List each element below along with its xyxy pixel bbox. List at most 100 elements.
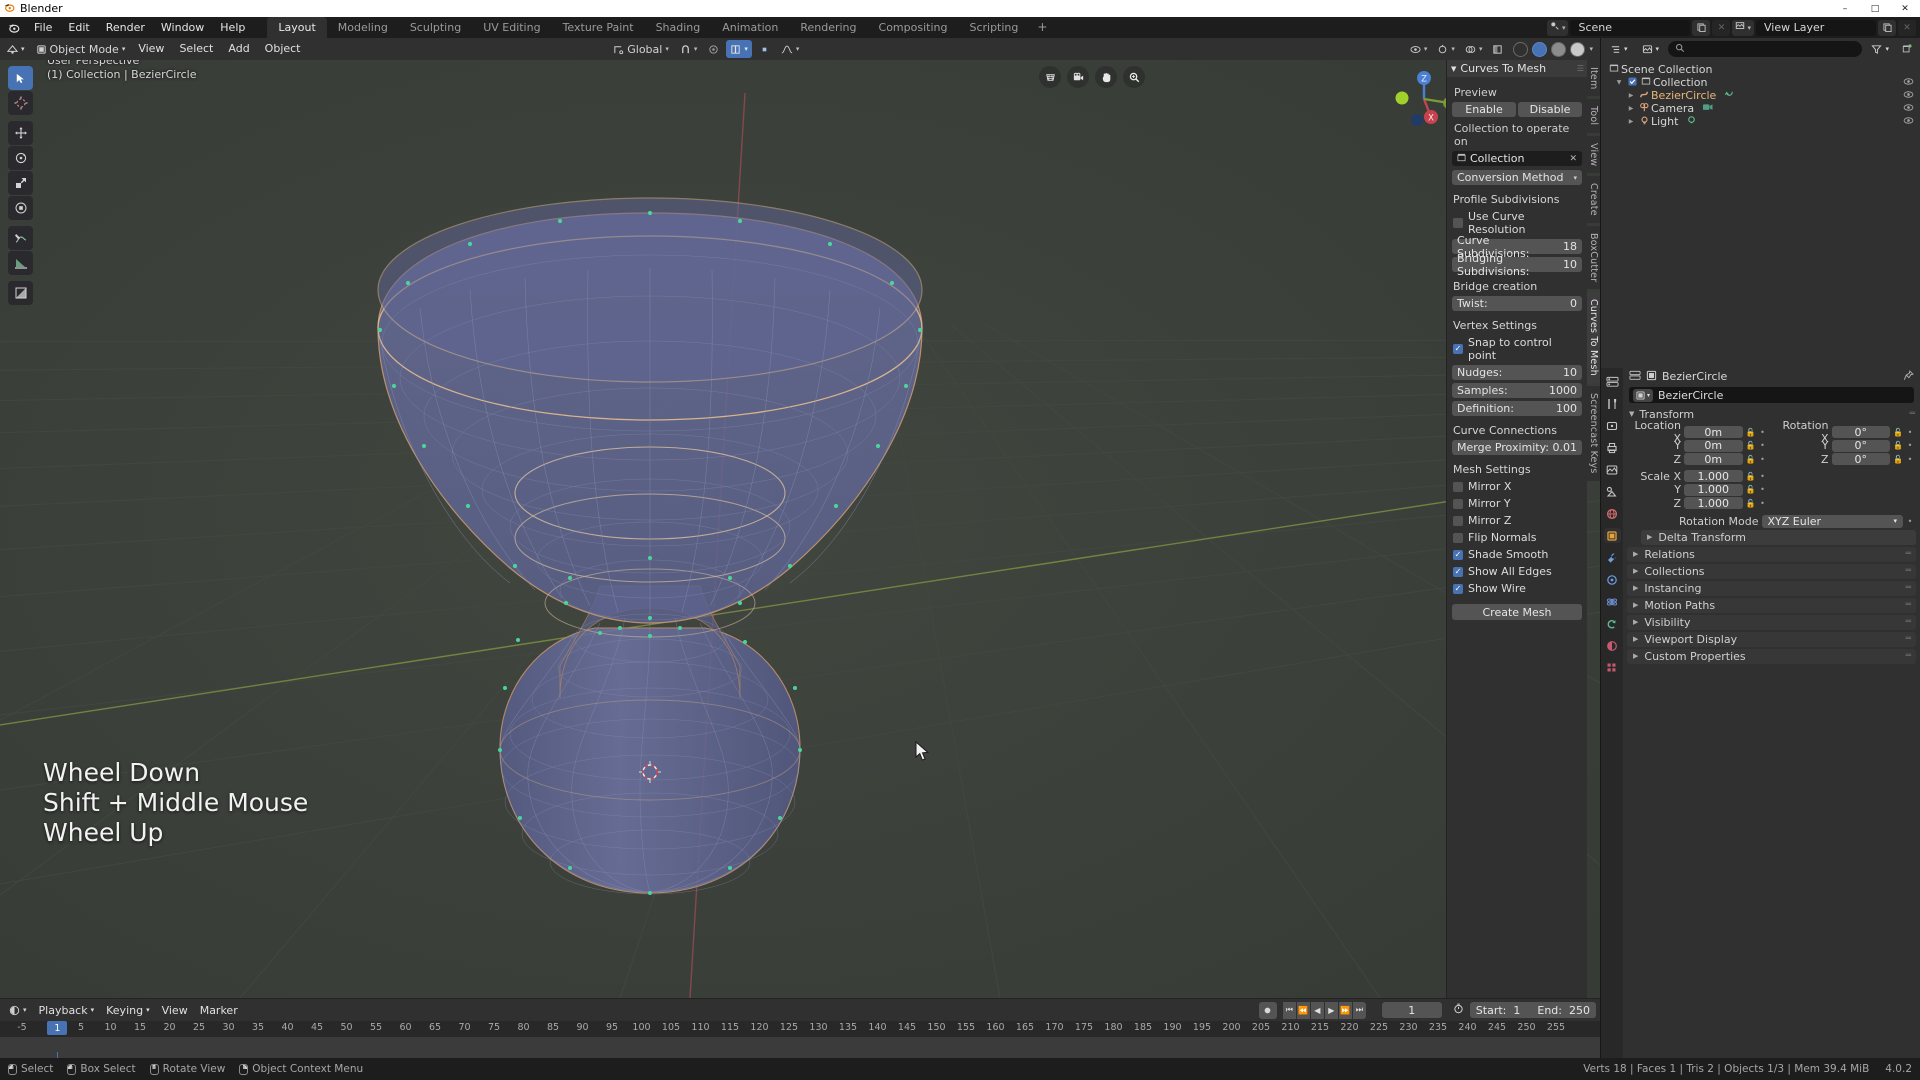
workspace-tab-compositing[interactable]: Compositing [868, 17, 959, 38]
wireframe-shading-icon[interactable] [1513, 41, 1529, 57]
disclosure-triangle-icon[interactable]: ▶ [1625, 92, 1637, 99]
properties-tab-view-layer[interactable] [1604, 462, 1621, 477]
close-button[interactable]: ✕ [1890, 0, 1920, 17]
use-curve-resolution-checkbox[interactable] [1453, 218, 1463, 228]
conversion-method-dropdown[interactable]: Conversion Method ▾ [1452, 170, 1582, 185]
lock-icon[interactable]: 🔓 [1746, 428, 1756, 437]
animate-property-dot[interactable]: • [1906, 517, 1914, 526]
outliner-row-light[interactable]: ▶ Light [1601, 115, 1920, 128]
scale-z-value[interactable]: 1.000 [1684, 497, 1743, 510]
definition-field[interactable]: Definition: 100 [1452, 401, 1582, 416]
eye-icon[interactable] [1903, 102, 1914, 116]
scale-x-value[interactable]: 1.000 [1684, 470, 1743, 483]
workspace-tab-scripting[interactable]: Scripting [958, 17, 1029, 38]
add-cube-tool[interactable] [8, 281, 33, 305]
disclosure-triangle-icon[interactable]: ▶ [1625, 105, 1637, 112]
properties-tab-world[interactable] [1604, 506, 1621, 521]
xray-toggle[interactable] [1488, 40, 1508, 58]
animate-property-dot[interactable]: • [1759, 499, 1767, 508]
shading-mode-buttons[interactable]: ▾ [1509, 40, 1597, 58]
remove-view-layer-button[interactable]: ✕ [1898, 19, 1916, 36]
timeline-ruler[interactable]: -5 15 10 15 20 25 30 35 40 45 50 55 60 65 70 75 80 85 90 95… [0, 1021, 1600, 1037]
timeline-playhead[interactable]: 1 [47, 1021, 68, 1035]
viewport-menu-view[interactable]: View [131, 40, 171, 58]
collections-panel[interactable]: ▶ Collections ═ [1627, 563, 1916, 579]
properties-tab-output[interactable] [1604, 440, 1621, 455]
use-preview-range-icon[interactable] [1451, 1003, 1466, 1017]
light-data-badge-icon[interactable] [1686, 115, 1697, 129]
flip-normals-checkbox[interactable] [1453, 532, 1463, 543]
toggle-camera-perspective-icon[interactable] [1039, 66, 1061, 88]
start-frame-value[interactable]: 1 [1513, 1004, 1520, 1017]
show-all-edges-row[interactable]: Show All Edges [1452, 565, 1582, 578]
twist-field[interactable]: Twist: 0 [1452, 296, 1582, 311]
properties-editor-type-icon[interactable] [1604, 374, 1621, 389]
collection-visibility-checkbox[interactable] [1625, 76, 1639, 89]
jump-to-end-button[interactable]: ⏭ [1352, 1001, 1366, 1019]
lock-icon[interactable]: 🔓 [1746, 441, 1756, 450]
sidebar-tab-boxcutter[interactable]: BoxCutter [1586, 225, 1600, 290]
3d-viewport[interactable]: ▾ Object Mode ▾ View Select Add Object G… [0, 38, 1600, 998]
viewport-menu-object[interactable]: Object [258, 40, 308, 58]
next-keyframe-button[interactable]: ⏩ [1338, 1001, 1352, 1019]
outliner-row-bezier-circle[interactable]: ▶ BezierCircle [1601, 89, 1920, 102]
animate-property-dot[interactable]: • [1906, 455, 1914, 464]
location-x-value[interactable]: 0m [1684, 426, 1743, 439]
timeline-editor-type-selector[interactable]: ▾ [4, 1001, 32, 1019]
eye-icon[interactable] [1903, 89, 1914, 103]
disclosure-triangle-icon[interactable]: ▶ [1633, 550, 1638, 558]
lock-icon[interactable]: 🔓 [1893, 428, 1903, 437]
menu-window[interactable]: Window [153, 19, 212, 36]
lock-icon[interactable]: 🔓 [1746, 499, 1756, 508]
gizmo-toggle[interactable]: ▾ [1433, 40, 1459, 58]
mirror-z-row[interactable]: Mirror Z [1452, 514, 1582, 527]
scene-name-field[interactable]: Scene [1570, 19, 1691, 36]
disable-preview-button[interactable]: Disable [1518, 102, 1582, 117]
snap-with-selector[interactable] [754, 40, 774, 58]
cursor-tool[interactable] [8, 91, 33, 115]
move-tool[interactable] [8, 121, 33, 145]
disclosure-triangle-icon[interactable]: ▶ [1625, 118, 1637, 125]
frame-range-fields[interactable]: Start: 1 End: 250 [1469, 1002, 1596, 1018]
timeline-menu-marker[interactable]: Marker [195, 1002, 243, 1019]
snap-to-control-point-checkbox[interactable] [1453, 344, 1463, 354]
sidebar-tab-tool[interactable]: Tool [1586, 99, 1600, 133]
prev-keyframe-button[interactable]: ⏪ [1296, 1001, 1310, 1019]
animate-property-dot[interactable]: • [1759, 485, 1767, 494]
disclosure-triangle-icon[interactable]: ▼ [1613, 79, 1625, 86]
outliner-row-camera[interactable]: ▶ Camera [1601, 102, 1920, 115]
timeline-menu-view[interactable]: View [157, 1002, 193, 1019]
camera-data-badge-icon[interactable] [1702, 102, 1714, 116]
play-button[interactable]: ▶ [1324, 1001, 1338, 1019]
eye-icon[interactable] [1903, 76, 1914, 90]
view-layer-name-field[interactable]: View Layer [1756, 19, 1876, 36]
workspace-tab-shading[interactable]: Shading [645, 17, 712, 38]
properties-tab-texture[interactable] [1604, 660, 1621, 675]
timeline-channel-area[interactable] [0, 1037, 1600, 1075]
animate-property-dot[interactable]: • [1759, 428, 1767, 437]
workspace-tab-animation[interactable]: Animation [711, 17, 789, 38]
sidebar-tab-create[interactable]: Create [1586, 176, 1600, 223]
disclosure-triangle-icon[interactable]: ▶ [1647, 533, 1652, 541]
collection-field[interactable]: Collection ✕ [1452, 151, 1582, 166]
outliner-row-scene-collection[interactable]: Scene Collection [1601, 63, 1920, 76]
interaction-mode-selector[interactable]: Object Mode ▾ [30, 40, 131, 58]
zoom-view-icon[interactable] [1123, 66, 1145, 88]
new-view-layer-button[interactable] [1878, 19, 1896, 36]
annotate-tool[interactable] [8, 226, 33, 250]
show-wire-checkbox[interactable] [1453, 583, 1463, 594]
flip-normals-row[interactable]: Flip Normals [1452, 531, 1582, 544]
properties-tab-particles[interactable] [1604, 572, 1621, 587]
location-z-value[interactable]: 0m [1684, 453, 1743, 466]
relations-panel[interactable]: ▶ Relations ═ [1627, 546, 1916, 562]
rotation-x-value[interactable]: 0° [1831, 426, 1890, 439]
move-view-hand-icon[interactable] [1095, 66, 1117, 88]
properties-tab-tool[interactable] [1604, 396, 1621, 411]
mirror-y-row[interactable]: Mirror Y [1452, 497, 1582, 510]
maximize-button[interactable]: □ [1860, 0, 1890, 17]
outliner-editor-type-selector[interactable]: ▾ [1605, 40, 1633, 58]
outliner-display-mode-selector[interactable]: ▾ [1636, 40, 1665, 58]
rotation-y-value[interactable]: 0° [1831, 439, 1890, 452]
motion-paths-panel[interactable]: ▶ Motion Paths ═ [1627, 597, 1916, 613]
object-id-field[interactable]: ▾ BezierCircle [1629, 387, 1914, 403]
